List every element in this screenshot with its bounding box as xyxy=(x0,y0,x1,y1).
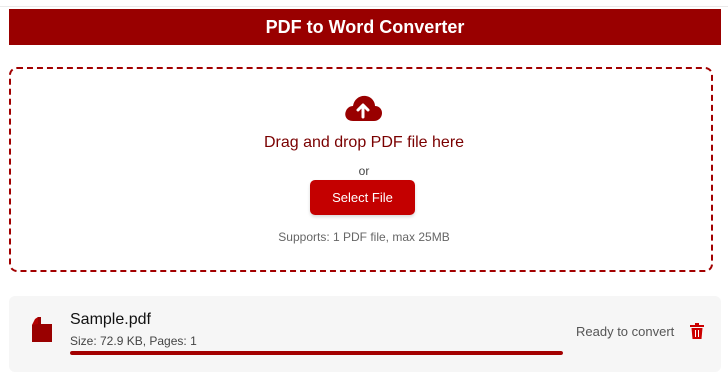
file-meta: Size: 72.9 KB, Pages: 1 xyxy=(70,334,197,348)
pdf-file-icon xyxy=(32,317,52,342)
dropzone-prompt: Drag and drop PDF file here xyxy=(263,134,465,151)
select-file-button[interactable]: Select File xyxy=(310,180,415,215)
supports-note: Supports: 1 PDF file, max 25MB xyxy=(278,230,450,244)
app-header: PDF to Word Converter xyxy=(9,9,721,45)
top-strip xyxy=(0,0,728,7)
or-separator: or xyxy=(358,164,370,178)
cloud-upload-icon xyxy=(345,95,382,121)
upload-progress-fill xyxy=(70,351,563,355)
page-title: PDF to Word Converter xyxy=(265,16,465,37)
file-name: Sample.pdf xyxy=(70,311,151,328)
select-file-button-label: Select File xyxy=(332,190,393,205)
trash-icon[interactable] xyxy=(690,323,704,339)
upload-progress-bar xyxy=(70,351,563,355)
file-status: Ready to convert xyxy=(576,324,675,339)
